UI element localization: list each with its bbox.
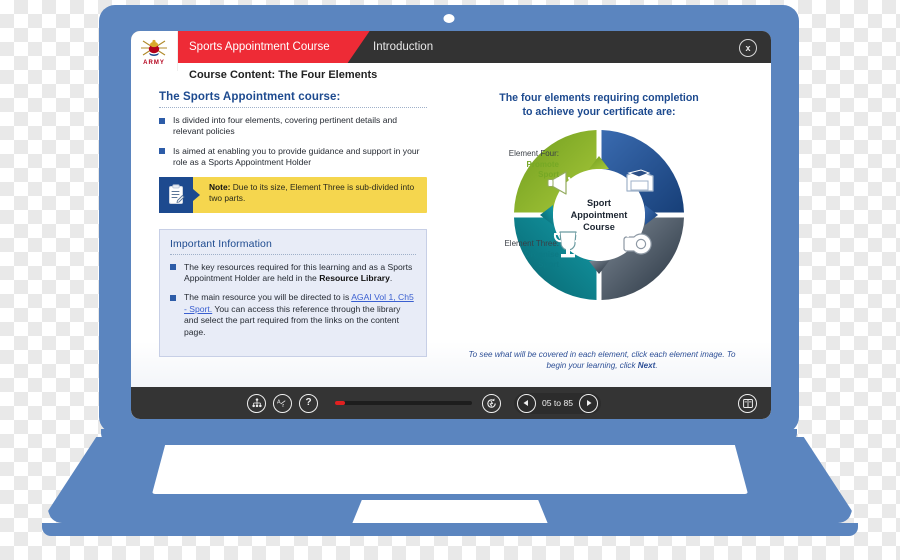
list-item: Is divided into four elements, covering … [159,115,427,138]
left-heading: The Sports Appointment course: [159,91,341,103]
list-item: The main resource you will be directed t… [170,292,416,338]
laptop-lid: ARMY Sports Appointment Course Introduct… [99,5,799,433]
hint-text-a: To see what will be covered in each elem… [468,350,736,370]
webcam-icon [443,14,455,23]
element-three-name-1: Organise [524,249,559,259]
diagram-heading-line2: to achieve your certificate are: [522,106,676,118]
folder-icon [626,169,654,192]
center-line-2: Appointment [570,210,628,220]
info-heading: Important Information [170,237,272,250]
svg-text:z: z [282,403,285,408]
course-page: Course Content: The Four Elements The Sp… [131,63,771,388]
laptop-trackpad [352,500,548,524]
svg-text:A: A [277,399,281,405]
heading-divider [159,106,427,108]
seek-progress [335,401,345,405]
element-four-name-1: Promote [526,159,559,169]
info-bullet-list: The key resources required for this lear… [170,262,416,338]
center-line-3: Course [583,222,615,232]
app-topbar: ARMY Sports Appointment Course Introduct… [131,31,771,71]
laptop-screen: ARMY Sports Appointment Course Introduct… [131,31,771,419]
hint-text-c: . [655,361,658,370]
diagram-heading: The four elements requiring completion t… [443,91,755,119]
info-b2-text-a: The main resource you will be directed t… [184,292,352,303]
army-crest-icon [141,39,167,56]
laptop-base-lip [42,523,858,536]
diagram-hint-text: To see what will be covered in each elem… [461,349,743,371]
page-title: Course Content: The Four Elements [189,69,378,81]
clipboard-icon [159,176,200,213]
element-four-name-2: Sport [538,170,559,179]
glossary-icon[interactable]: A z [273,393,292,413]
laptop-illustration: ARMY Sports Appointment Course Introduct… [0,0,900,560]
center-line-1: Sport [587,198,611,208]
info-b1-text-c: . [389,273,393,284]
course-bullet-list: Is divided into four elements, covering … [159,115,427,169]
info-b2-text-b: You can access this reference through th… [184,303,401,337]
next-icon[interactable] [579,393,599,413]
element-three-name-2: Sport [538,260,559,269]
previous-icon[interactable] [516,393,536,413]
note-label: Note: [209,181,231,192]
course-player-bar: A z ? 05 to 85 [131,387,771,419]
diagram-heading-line1: The four elements requiring completion [499,92,699,104]
replay-icon[interactable] [481,393,501,413]
right-content-column: The four elements requiring completion t… [441,91,755,370]
donut-center-label: Sport Appointment Course [553,197,645,233]
close-icon[interactable]: x [739,39,757,57]
page-navigator: 05 to 85 [513,392,602,414]
laptop-keyboard [152,445,748,494]
left-content-column: The Sports Appointment course: Is divide… [159,91,427,358]
note-callout: Note: Due to its size, Element Three is … [159,176,427,213]
list-item: The key resources required for this lear… [170,262,416,285]
info-divider [170,253,416,255]
important-information-box: Important Information The key resources … [159,228,427,358]
tab-course-label: Sports Appointment Course [189,41,330,53]
page-indicator: 05 to 85 [541,398,574,408]
label-element-three: Element Three: Organise Sport [441,239,559,271]
help-icon[interactable]: ? [299,393,318,413]
tab-sports-appointment-course[interactable]: Sports Appointment Course [177,31,370,63]
tab-introduction[interactable]: Introduction [359,31,447,63]
seek-bar[interactable] [335,401,472,405]
label-element-four: Element Four: Promote Sport [441,149,559,181]
outline-icon[interactable] [247,393,266,413]
army-crest-word: ARMY [143,59,165,66]
note-text: Note: Due to its size, Element Three is … [193,177,427,213]
element-three-title: Element Three: [504,239,559,248]
hint-next-word: Next [637,361,656,370]
tab-introduction-label: Introduction [373,41,434,53]
close-glyph: x [745,43,751,53]
list-item: Is aimed at enabling you to provide guid… [159,146,427,169]
note-body: Due to its size, Element Three is sub-di… [209,181,415,203]
resource-library-emphasis: Resource Library [319,273,390,284]
army-crest-logo: ARMY [131,31,178,71]
notes-icon[interactable] [738,393,757,413]
element-four-title: Element Four: [508,149,559,158]
